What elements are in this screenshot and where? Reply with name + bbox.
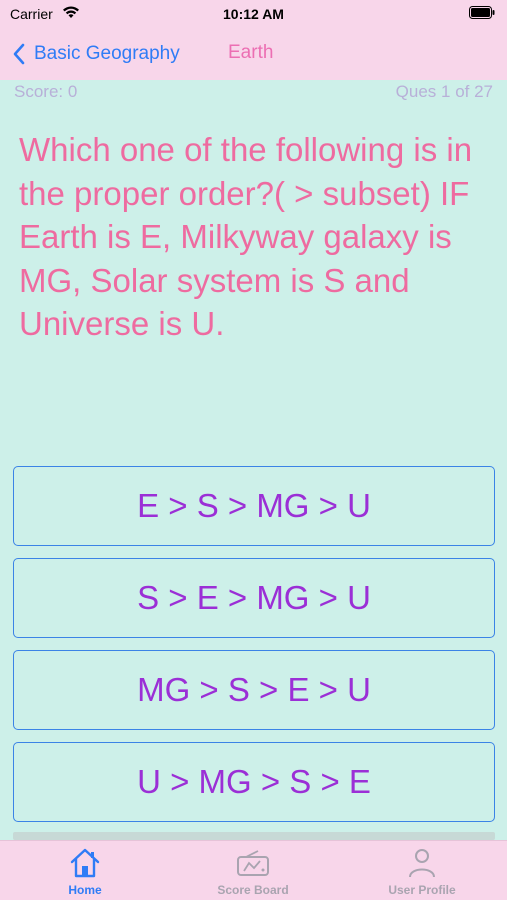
tab-score-board[interactable]: Score Board [193, 847, 313, 899]
tab-home-label: Home [68, 883, 102, 897]
answer-option-1[interactable]: E > S > MG > U [13, 466, 495, 546]
back-button-label: Basic Geography [34, 43, 180, 64]
next-button-edge[interactable] [13, 832, 495, 840]
question-text: Which one of the following is in the pro… [19, 131, 473, 342]
top-bar: Carrier 10:12 AM Basic Geography Earth [0, 0, 507, 80]
tab-home[interactable]: Home [25, 847, 145, 899]
home-icon [70, 848, 100, 878]
chevron-left-icon [13, 43, 25, 65]
user-icon [409, 849, 435, 878]
answer-option-2[interactable]: S > E > MG > U [13, 558, 495, 638]
quiz-screen: Carrier 10:12 AM Basic Geography Earth S… [0, 0, 507, 900]
page-title: Earth [228, 42, 274, 63]
battery-icon [469, 6, 495, 19]
tab-user-profile[interactable]: User Profile [362, 847, 482, 899]
answer-option-3[interactable]: MG > S > E > U [13, 650, 495, 730]
tab-score-board-label: Score Board [217, 883, 289, 897]
back-button[interactable]: Basic Geography [12, 40, 180, 68]
scoreboard-icon [237, 850, 269, 876]
clock: 10:12 AM [223, 6, 284, 22]
question-progress: Ques 1 of 27 [395, 82, 493, 101]
score-label: Score: 0 [14, 82, 78, 101]
tab-user-profile-label: User Profile [388, 883, 456, 897]
navigation-bar: Basic Geography Earth [0, 30, 507, 80]
status-bar: Carrier 10:12 AM [0, 0, 507, 30]
tab-bar: Home Score Board User Profile [0, 840, 507, 900]
answer-option-4[interactable]: U > MG > S > E [13, 742, 495, 822]
